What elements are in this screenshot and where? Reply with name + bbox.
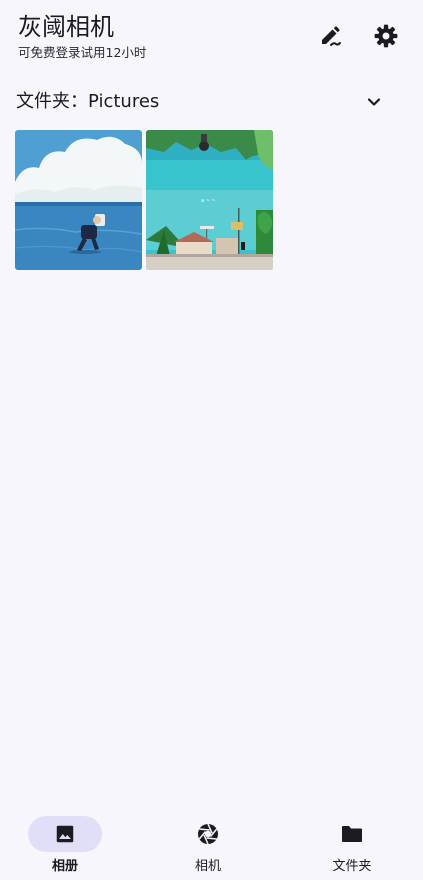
photo-thumbnail-1[interactable]: [15, 130, 142, 270]
app-subtitle: 可免费登录试用12小时: [18, 45, 147, 60]
nav-album-label: 相册: [51, 859, 78, 874]
photo-ocean-figure: [15, 130, 142, 270]
folder-icon: [342, 826, 362, 842]
aperture-icon: [198, 823, 218, 845]
nav-album[interactable]: 相册: [0, 808, 135, 880]
folder-label: 文件夹：Pictures: [16, 91, 160, 112]
folder-dropdown-button[interactable]: [360, 88, 388, 116]
nav-folder[interactable]: 文件夹: [282, 808, 422, 880]
nav-album-pill: [28, 816, 102, 852]
settings-button[interactable]: [370, 20, 402, 52]
image-icon: [56, 825, 74, 843]
edit-button[interactable]: [314, 20, 346, 52]
nav-camera[interactable]: 相机: [138, 808, 278, 880]
nav-folder-label: 文件夹: [332, 859, 372, 874]
photo-thumbnail-2[interactable]: a ~ ~: [146, 130, 273, 270]
folder-selector[interactable]: 文件夹：Pictures: [0, 84, 423, 120]
edit-icon: [322, 26, 341, 46]
nav-camera-pill: [171, 816, 245, 852]
photo-street-sky: a ~ ~: [146, 130, 273, 270]
bottom-navigation: 相册 相机 文件夹: [0, 808, 423, 880]
nav-folder-pill: [315, 816, 389, 852]
app-title: 灰阈相机: [18, 13, 114, 41]
chevron-down-icon: [367, 98, 381, 106]
photo-grid: a ~ ~: [15, 130, 273, 270]
nav-camera-label: 相机: [194, 859, 221, 874]
app-header: 灰阈相机 可免费登录试用12小时: [0, 0, 423, 80]
gear-icon: [374, 24, 398, 48]
svg-text:a ~ ~: a ~ ~: [201, 198, 216, 204]
